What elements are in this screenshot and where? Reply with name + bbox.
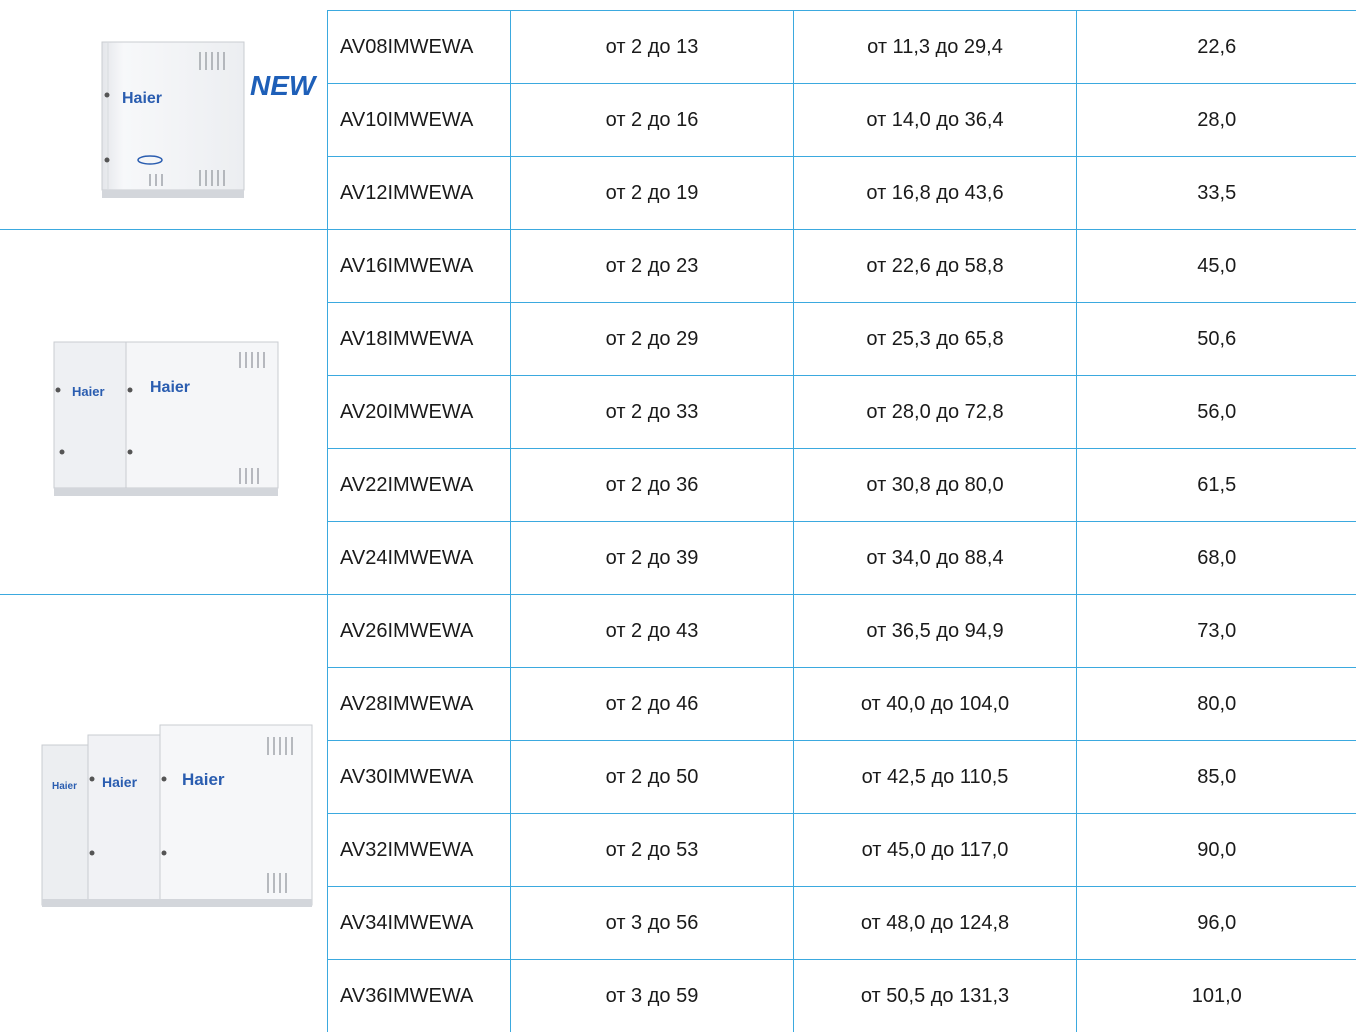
- single-module-unit-icon: Haier NEW: [100, 40, 320, 220]
- value-cell: 101,0: [1077, 960, 1356, 1033]
- capacity-range-cell: от 14,0 до 36,4: [794, 84, 1077, 157]
- model-cell: AV26IMWEWA: [328, 595, 511, 668]
- spec-table-wrapper: AV08IMWEWAот 2 до 13от 11,3 до 29,422,6A…: [327, 10, 1356, 1032]
- capacity-range-cell: от 40,0 до 104,0: [794, 668, 1077, 741]
- model-cell: AV20IMWEWA: [328, 376, 511, 449]
- table-row: AV16IMWEWAот 2 до 23от 22,6 до 58,845,0: [328, 230, 1356, 303]
- brand-logo: Haier: [52, 781, 77, 792]
- table-row: AV36IMWEWAот 3 до 59от 50,5 до 131,3101,…: [328, 960, 1356, 1033]
- model-cell: AV28IMWEWA: [328, 668, 511, 741]
- units-range-cell: от 2 до 29: [511, 303, 794, 376]
- model-cell: AV22IMWEWA: [328, 449, 511, 522]
- model-cell: AV34IMWEWA: [328, 887, 511, 960]
- capacity-range-cell: от 11,3 до 29,4: [794, 11, 1077, 84]
- units-range-cell: от 2 до 53: [511, 814, 794, 887]
- value-cell: 56,0: [1077, 376, 1356, 449]
- units-range-cell: от 2 до 19: [511, 157, 794, 230]
- units-range-cell: от 2 до 33: [511, 376, 794, 449]
- spec-table-body: AV08IMWEWAот 2 до 13от 11,3 до 29,422,6A…: [328, 11, 1356, 1033]
- units-range-cell: от 2 до 16: [511, 84, 794, 157]
- capacity-range-cell: от 36,5 до 94,9: [794, 595, 1077, 668]
- units-range-cell: от 2 до 23: [511, 230, 794, 303]
- capacity-range-cell: от 16,8 до 43,6: [794, 157, 1077, 230]
- value-cell: 73,0: [1077, 595, 1356, 668]
- capacity-range-cell: от 25,3 до 65,8: [794, 303, 1077, 376]
- value-cell: 33,5: [1077, 157, 1356, 230]
- table-row: AV12IMWEWAот 2 до 19от 16,8 до 43,633,5: [328, 157, 1356, 230]
- units-range-cell: от 2 до 46: [511, 668, 794, 741]
- model-cell: AV32IMWEWA: [328, 814, 511, 887]
- value-cell: 28,0: [1077, 84, 1356, 157]
- model-cell: AV16IMWEWA: [328, 230, 511, 303]
- value-cell: 45,0: [1077, 230, 1356, 303]
- table-row: AV30IMWEWAот 2 до 50от 42,5 до 110,585,0: [328, 741, 1356, 814]
- value-cell: 50,6: [1077, 303, 1356, 376]
- double-module-unit-icon: Haier Haier: [50, 340, 290, 500]
- brand-logo: Haier: [122, 90, 162, 107]
- new-badge: NEW: [250, 70, 318, 101]
- table-row: AV34IMWEWAот 3 до 56от 48,0 до 124,896,0: [328, 887, 1356, 960]
- model-cell: AV08IMWEWA: [328, 11, 511, 84]
- units-range-cell: от 2 до 39: [511, 522, 794, 595]
- table-row: AV28IMWEWAот 2 до 46от 40,0 до 104,080,0: [328, 668, 1356, 741]
- model-cell: AV18IMWEWA: [328, 303, 511, 376]
- units-range-cell: от 2 до 50: [511, 741, 794, 814]
- table-row: AV08IMWEWAот 2 до 13от 11,3 до 29,422,6: [328, 11, 1356, 84]
- capacity-range-cell: от 34,0 до 88,4: [794, 522, 1077, 595]
- model-cell: AV12IMWEWA: [328, 157, 511, 230]
- value-cell: 22,6: [1077, 11, 1356, 84]
- brand-logo: Haier: [182, 770, 225, 789]
- model-cell: AV10IMWEWA: [328, 84, 511, 157]
- model-cell: AV36IMWEWA: [328, 960, 511, 1033]
- table-row: AV10IMWEWAот 2 до 16от 14,0 до 36,428,0: [328, 84, 1356, 157]
- value-cell: 85,0: [1077, 741, 1356, 814]
- capacity-range-cell: от 30,8 до 80,0: [794, 449, 1077, 522]
- brand-logo: Haier: [72, 384, 105, 399]
- capacity-range-cell: от 50,5 до 131,3: [794, 960, 1077, 1033]
- capacity-range-cell: от 48,0 до 124,8: [794, 887, 1077, 960]
- product-group-triple: Haier Haier Haier: [0, 594, 327, 1035]
- units-range-cell: от 3 до 56: [511, 887, 794, 960]
- units-range-cell: от 2 до 13: [511, 11, 794, 84]
- units-range-cell: от 2 до 43: [511, 595, 794, 668]
- table-row: AV22IMWEWAот 2 до 36от 30,8 до 80,061,5: [328, 449, 1356, 522]
- spec-sheet: Haier NEW Haier Haier: [0, 0, 1356, 1027]
- brand-logo: Haier: [150, 379, 190, 396]
- value-cell: 68,0: [1077, 522, 1356, 595]
- table-row: AV18IMWEWAот 2 до 29от 25,3 до 65,850,6: [328, 303, 1356, 376]
- table-row: AV32IMWEWAот 2 до 53от 45,0 до 117,090,0: [328, 814, 1356, 887]
- capacity-range-cell: от 28,0 до 72,8: [794, 376, 1077, 449]
- brand-logo: Haier: [102, 774, 138, 790]
- spec-table: AV08IMWEWAот 2 до 13от 11,3 до 29,422,6A…: [327, 10, 1356, 1032]
- capacity-range-cell: от 42,5 до 110,5: [794, 741, 1077, 814]
- value-cell: 90,0: [1077, 814, 1356, 887]
- units-range-cell: от 2 до 36: [511, 449, 794, 522]
- table-row: AV26IMWEWAот 2 до 43от 36,5 до 94,973,0: [328, 595, 1356, 668]
- triple-module-unit-icon: Haier Haier Haier: [40, 723, 320, 913]
- product-group-double: Haier Haier: [0, 229, 327, 595]
- capacity-range-cell: от 45,0 до 117,0: [794, 814, 1077, 887]
- value-cell: 61,5: [1077, 449, 1356, 522]
- model-cell: AV24IMWEWA: [328, 522, 511, 595]
- value-cell: 80,0: [1077, 668, 1356, 741]
- table-row: AV24IMWEWAот 2 до 39от 34,0 до 88,468,0: [328, 522, 1356, 595]
- units-range-cell: от 3 до 59: [511, 960, 794, 1033]
- model-cell: AV30IMWEWA: [328, 741, 511, 814]
- product-group-single: Haier NEW: [0, 10, 327, 229]
- value-cell: 96,0: [1077, 887, 1356, 960]
- table-row: AV20IMWEWAот 2 до 33от 28,0 до 72,856,0: [328, 376, 1356, 449]
- capacity-range-cell: от 22,6 до 58,8: [794, 230, 1077, 303]
